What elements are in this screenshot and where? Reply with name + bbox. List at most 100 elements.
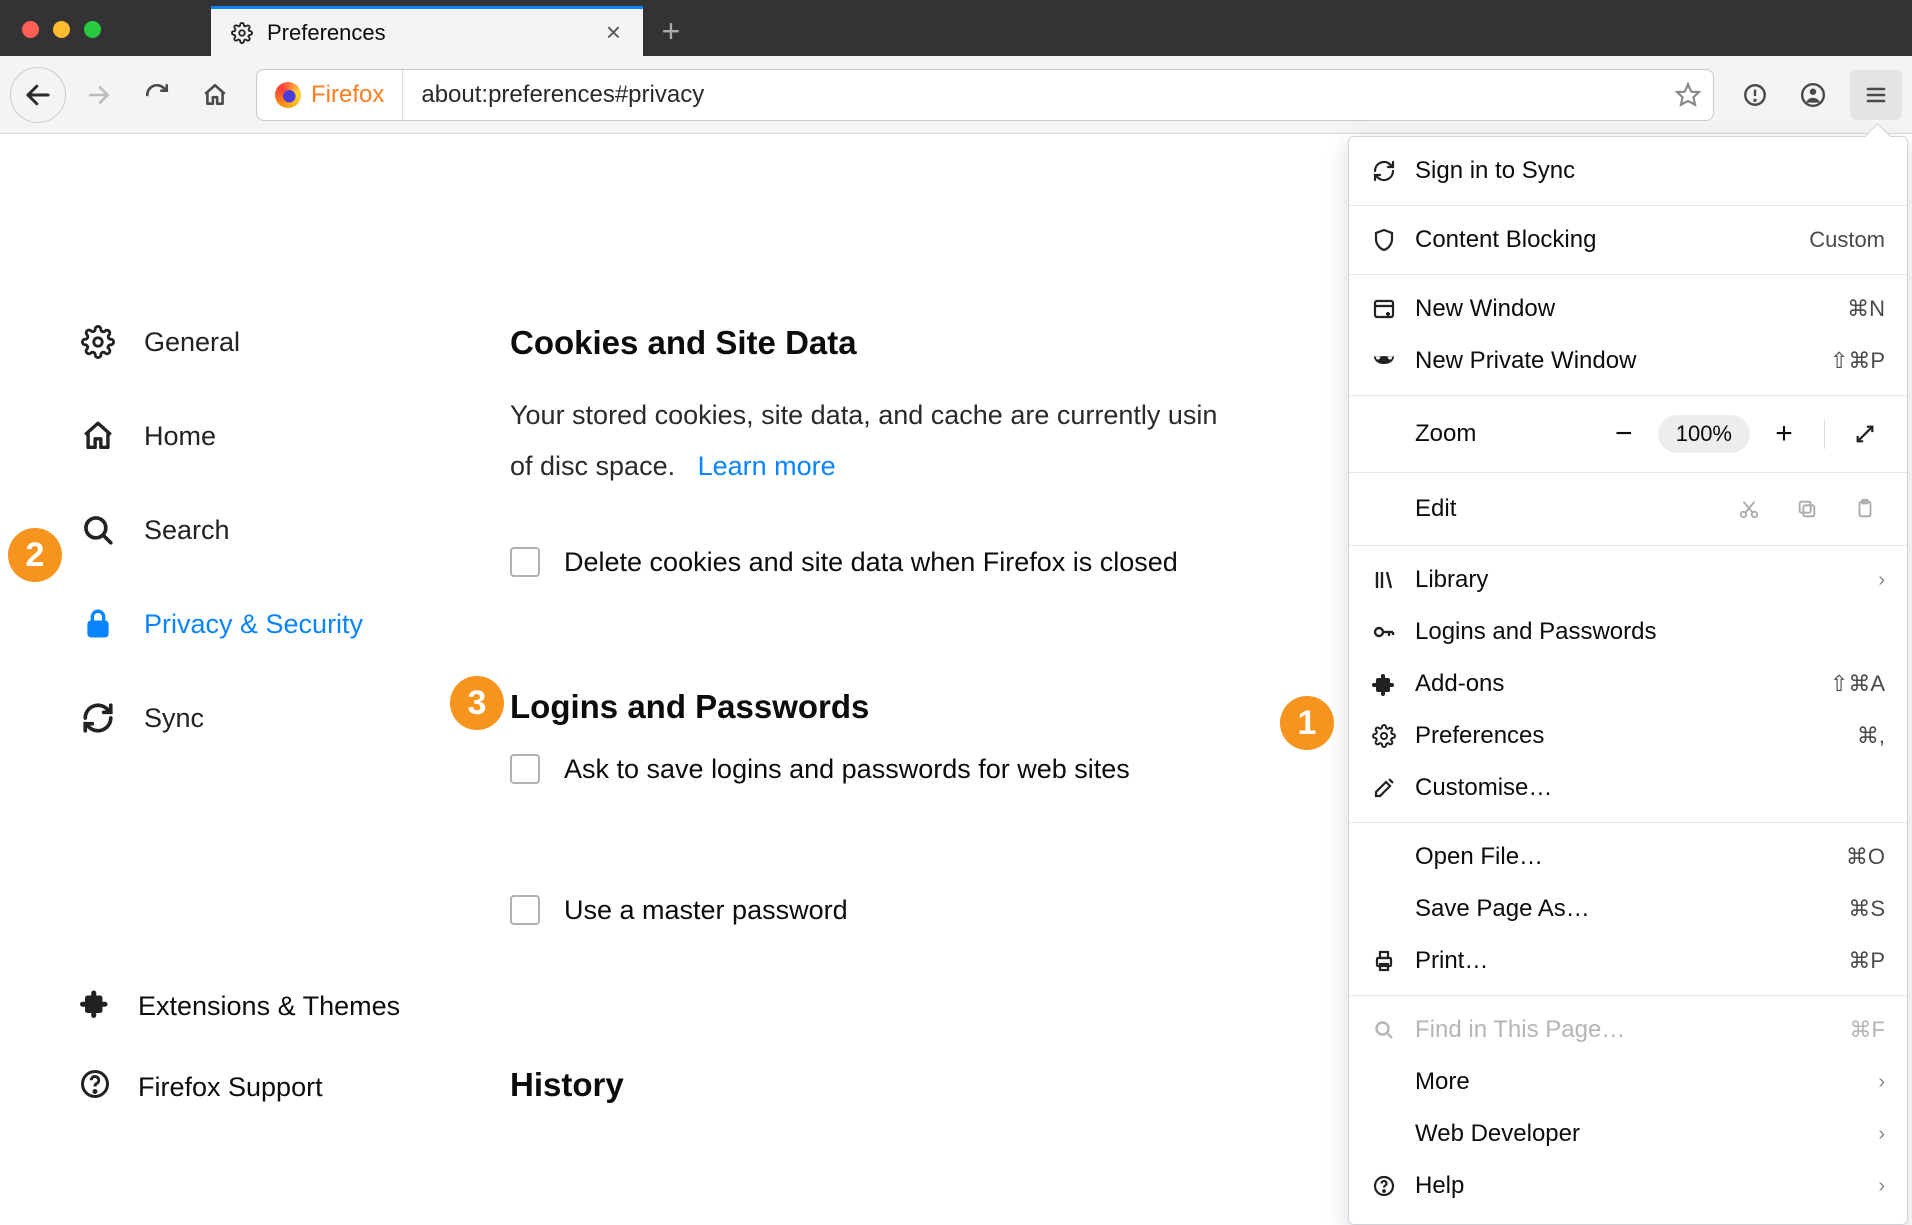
tab-close-button[interactable]: ×: [598, 17, 629, 48]
edit-label: Edit: [1371, 495, 1711, 523]
app-menu-button[interactable]: [1850, 70, 1902, 120]
help-icon: [1371, 1173, 1397, 1199]
history-heading: History: [510, 1066, 1217, 1104]
copy-button[interactable]: [1787, 498, 1827, 520]
fullscreen-button[interactable]: [1845, 414, 1885, 454]
cut-button[interactable]: [1729, 498, 1769, 520]
zoom-value[interactable]: 100%: [1658, 415, 1750, 453]
forward-button[interactable]: [74, 70, 124, 120]
menu-library[interactable]: Library ›: [1349, 554, 1907, 606]
search-icon: [80, 512, 116, 548]
menu-zoom-row: Zoom − 100% +: [1349, 404, 1907, 464]
mask-icon: [1371, 348, 1397, 374]
tab-preferences[interactable]: Preferences ×: [211, 6, 643, 56]
menu-edit-row: Edit: [1349, 481, 1907, 537]
toolbar: Firefox about:preferences#privacy: [0, 56, 1912, 134]
titlebar: Preferences × +: [0, 0, 1912, 56]
sidebar-item-label: Firefox Support: [138, 1072, 323, 1103]
minimize-window-button[interactable]: [53, 21, 70, 38]
url-bar[interactable]: Firefox about:preferences#privacy: [256, 69, 1714, 121]
sidebar-support-link[interactable]: Firefox Support: [80, 1069, 400, 1106]
key-icon: [1371, 619, 1397, 645]
search-icon: [1371, 1017, 1397, 1043]
preferences-main: Cookies and Site Data Your stored cookie…: [500, 134, 1257, 1200]
menu-addons[interactable]: Add-ons ⇧⌘A: [1349, 658, 1907, 710]
menu-find[interactable]: Find in This Page… ⌘F: [1349, 1004, 1907, 1056]
window-icon: [1371, 296, 1397, 322]
home-button[interactable]: [190, 70, 240, 120]
tab-strip: Preferences × +: [211, 6, 699, 56]
menu-new-window[interactable]: New Window ⌘N: [1349, 283, 1907, 335]
window-controls: [0, 21, 101, 56]
annotation-badge-1: 1: [1280, 696, 1334, 750]
zoom-out-button[interactable]: −: [1604, 414, 1644, 454]
paintbrush-icon: [1371, 775, 1397, 801]
learn-more-link[interactable]: Learn more: [698, 451, 836, 481]
paste-button[interactable]: [1845, 498, 1885, 520]
shield-icon: [1371, 227, 1397, 253]
sidebar-item-label: General: [144, 327, 240, 358]
puzzle-icon: [1371, 671, 1397, 697]
menu-signin[interactable]: Sign in to Sync: [1349, 145, 1907, 197]
sidebar-item-label: Sync: [144, 703, 204, 734]
sidebar-item-general[interactable]: General: [80, 324, 500, 360]
gear-icon: [231, 22, 253, 44]
annotation-badge-2: 2: [8, 528, 62, 582]
help-icon: [80, 1069, 110, 1106]
tab-title: Preferences: [267, 20, 584, 46]
url-text: about:preferences#privacy: [403, 81, 1663, 109]
ask-save-label: Ask to save logins and passwords for web…: [564, 754, 1130, 785]
delete-cookies-row[interactable]: Delete cookies and site data when Firefo…: [510, 547, 1217, 578]
menu-new-private-window[interactable]: New Private Window ⇧⌘P: [1349, 335, 1907, 387]
menu-open-file[interactable]: Open File… ⌘O: [1349, 831, 1907, 883]
master-password-checkbox[interactable]: [510, 895, 540, 925]
lock-icon: [80, 606, 116, 642]
cookies-heading: Cookies and Site Data: [510, 324, 1217, 362]
sidebar-item-label: Privacy & Security: [144, 609, 363, 640]
sidebar-extensions-link[interactable]: Extensions & Themes: [80, 988, 400, 1025]
new-tab-button[interactable]: +: [643, 6, 699, 56]
sidebar-item-label: Search: [144, 515, 230, 546]
maximize-window-button[interactable]: [84, 21, 101, 38]
gear-icon: [1371, 723, 1397, 749]
menu-help[interactable]: Help ›: [1349, 1160, 1907, 1212]
bookmark-star-button[interactable]: [1663, 82, 1713, 108]
zoom-in-button[interactable]: +: [1764, 414, 1804, 454]
menu-preferences[interactable]: Preferences ⌘,: [1349, 710, 1907, 762]
gear-icon: [80, 324, 116, 360]
identity-label: Firefox: [311, 81, 384, 109]
puzzle-icon: [80, 988, 110, 1025]
menu-save-page[interactable]: Save Page As… ⌘S: [1349, 883, 1907, 935]
zoom-label: Zoom: [1371, 420, 1590, 448]
firefox-logo-icon: [275, 82, 301, 108]
identity-box[interactable]: Firefox: [257, 70, 403, 120]
menu-web-developer[interactable]: Web Developer ›: [1349, 1108, 1907, 1160]
sidebar-item-search[interactable]: Search: [80, 512, 500, 548]
library-icon: [1371, 567, 1397, 593]
delete-cookies-label: Delete cookies and site data when Firefo…: [564, 547, 1178, 578]
printer-icon: [1371, 948, 1397, 974]
reader-mode-button[interactable]: [1730, 70, 1780, 120]
account-button[interactable]: [1788, 70, 1838, 120]
sidebar-item-home[interactable]: Home: [80, 418, 500, 454]
sidebar-item-sync[interactable]: Sync: [80, 700, 500, 736]
sidebar-item-privacy[interactable]: Privacy & Security: [80, 606, 500, 642]
home-icon: [80, 418, 116, 454]
menu-more[interactable]: More ›: [1349, 1056, 1907, 1108]
sidebar-item-label: Home: [144, 421, 216, 452]
sync-icon: [1371, 158, 1397, 184]
menu-print[interactable]: Print… ⌘P: [1349, 935, 1907, 987]
preferences-sidebar: General Home Search Privacy & Security: [0, 134, 500, 1200]
ask-save-checkbox[interactable]: [510, 754, 540, 784]
master-password-row[interactable]: Use a master password: [510, 895, 1217, 926]
close-window-button[interactable]: [22, 21, 39, 38]
menu-customise[interactable]: Customise…: [1349, 762, 1907, 814]
master-password-label: Use a master password: [564, 895, 848, 926]
logins-heading: Logins and Passwords: [510, 688, 1217, 726]
back-button[interactable]: [10, 67, 66, 123]
delete-cookies-checkbox[interactable]: [510, 547, 540, 577]
reload-button[interactable]: [132, 70, 182, 120]
ask-save-row[interactable]: Ask to save logins and passwords for web…: [510, 754, 1217, 785]
menu-logins[interactable]: Logins and Passwords: [1349, 606, 1907, 658]
menu-content-blocking[interactable]: Content Blocking Custom: [1349, 214, 1907, 266]
